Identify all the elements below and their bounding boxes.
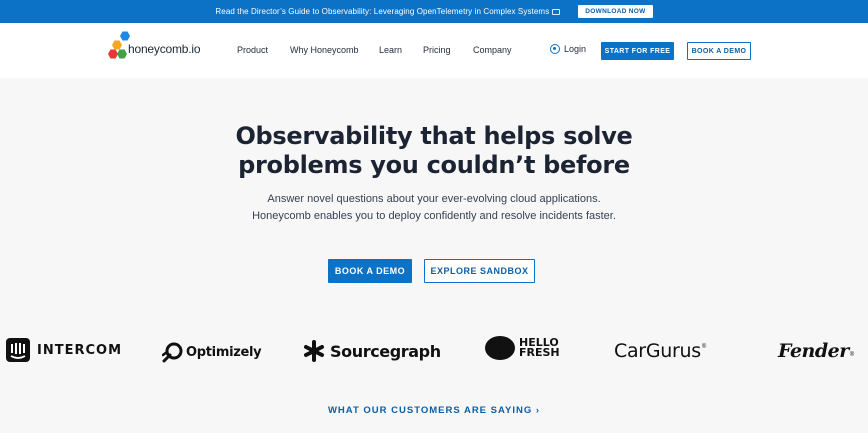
logo-hex-red bbox=[108, 49, 118, 59]
logo-intercom: INTERCOM bbox=[5, 335, 122, 365]
hero-title-line-1: Observability that helps solve bbox=[235, 122, 633, 150]
logo-optimizely: Optimizely bbox=[162, 337, 262, 367]
fender-wordmark: Fender bbox=[778, 340, 849, 362]
customers-link[interactable]: WHAT OUR CUSTOMERS ARE SAYING › bbox=[0, 405, 868, 416]
hellofresh-word-fresh: FRESH bbox=[519, 346, 560, 359]
announcement-text[interactable]: Read the Director’s Guide to Observabili… bbox=[215, 7, 561, 16]
nav-pricing[interactable]: Pricing bbox=[423, 45, 451, 55]
hero-subtitle: Answer novel questions about your ever-e… bbox=[0, 191, 868, 225]
hero-book-demo-button[interactable]: BOOK A DEMO bbox=[328, 259, 412, 283]
logo-hex-green bbox=[117, 49, 127, 59]
logo-cargurus: CarGurus ® bbox=[614, 336, 706, 366]
header-book-demo-button[interactable]: BOOK A DEMO bbox=[687, 42, 751, 60]
logo-wordmark: honeycomb.io bbox=[128, 42, 201, 56]
logo-hex-yellow bbox=[112, 40, 122, 50]
optimizely-wordmark: Optimizely bbox=[186, 344, 262, 360]
nav-product[interactable]: Product bbox=[237, 45, 268, 55]
explore-sandbox-button[interactable]: EXPLORE SANDBOX bbox=[424, 259, 535, 283]
hero-subtitle-line-1: Answer novel questions about your ever-e… bbox=[267, 193, 601, 205]
start-for-free-button[interactable]: START FOR FREE bbox=[601, 42, 674, 60]
registered-mark: ® bbox=[701, 343, 707, 350]
logo-hex-blue bbox=[120, 31, 130, 41]
announcement-bar: Read the Director’s Guide to Observabili… bbox=[0, 0, 868, 23]
nav-why-honeycomb[interactable]: Why Honeycomb bbox=[290, 45, 359, 55]
cargurus-wordmark: CarGurus bbox=[614, 340, 701, 362]
download-now-button[interactable]: DOWNLOAD NOW bbox=[578, 5, 653, 18]
hero-title: Observability that helps solve problems … bbox=[0, 122, 868, 180]
optimizely-icon bbox=[162, 342, 183, 363]
intercom-wordmark: INTERCOM bbox=[37, 342, 123, 358]
logo-hellofresh: HELLO FRESH bbox=[484, 333, 560, 363]
nav-learn[interactable]: Learn bbox=[379, 45, 402, 55]
sourcegraph-icon bbox=[304, 340, 324, 362]
site-header: honeycomb.io Product Why Honeycomb Learn… bbox=[0, 23, 868, 78]
logo-fender: Fender ® bbox=[778, 336, 854, 366]
honeycomb-logo[interactable]: honeycomb.io bbox=[108, 31, 208, 61]
logo-sourcegraph: Sourcegraph bbox=[303, 336, 441, 366]
login-link[interactable]: Login bbox=[550, 44, 586, 54]
sourcegraph-wordmark: Sourcegraph bbox=[330, 341, 441, 361]
login-label: Login bbox=[564, 44, 587, 54]
nav-company[interactable]: Company bbox=[473, 45, 512, 55]
hellofresh-wordmark: HELLO FRESH bbox=[519, 337, 560, 359]
customer-logo-strip: INTERCOM Optimizely Sourcegraph HELLO FR… bbox=[0, 333, 868, 367]
user-icon bbox=[550, 44, 560, 54]
book-icon bbox=[552, 8, 561, 15]
hero-subtitle-line-2: Honeycomb enables you to deploy confiden… bbox=[252, 210, 616, 222]
hero-title-line-2: problems you couldn’t before bbox=[238, 151, 630, 179]
intercom-icon bbox=[6, 338, 30, 362]
fender-registered-mark: ® bbox=[849, 352, 855, 358]
lime-icon bbox=[485, 336, 515, 360]
